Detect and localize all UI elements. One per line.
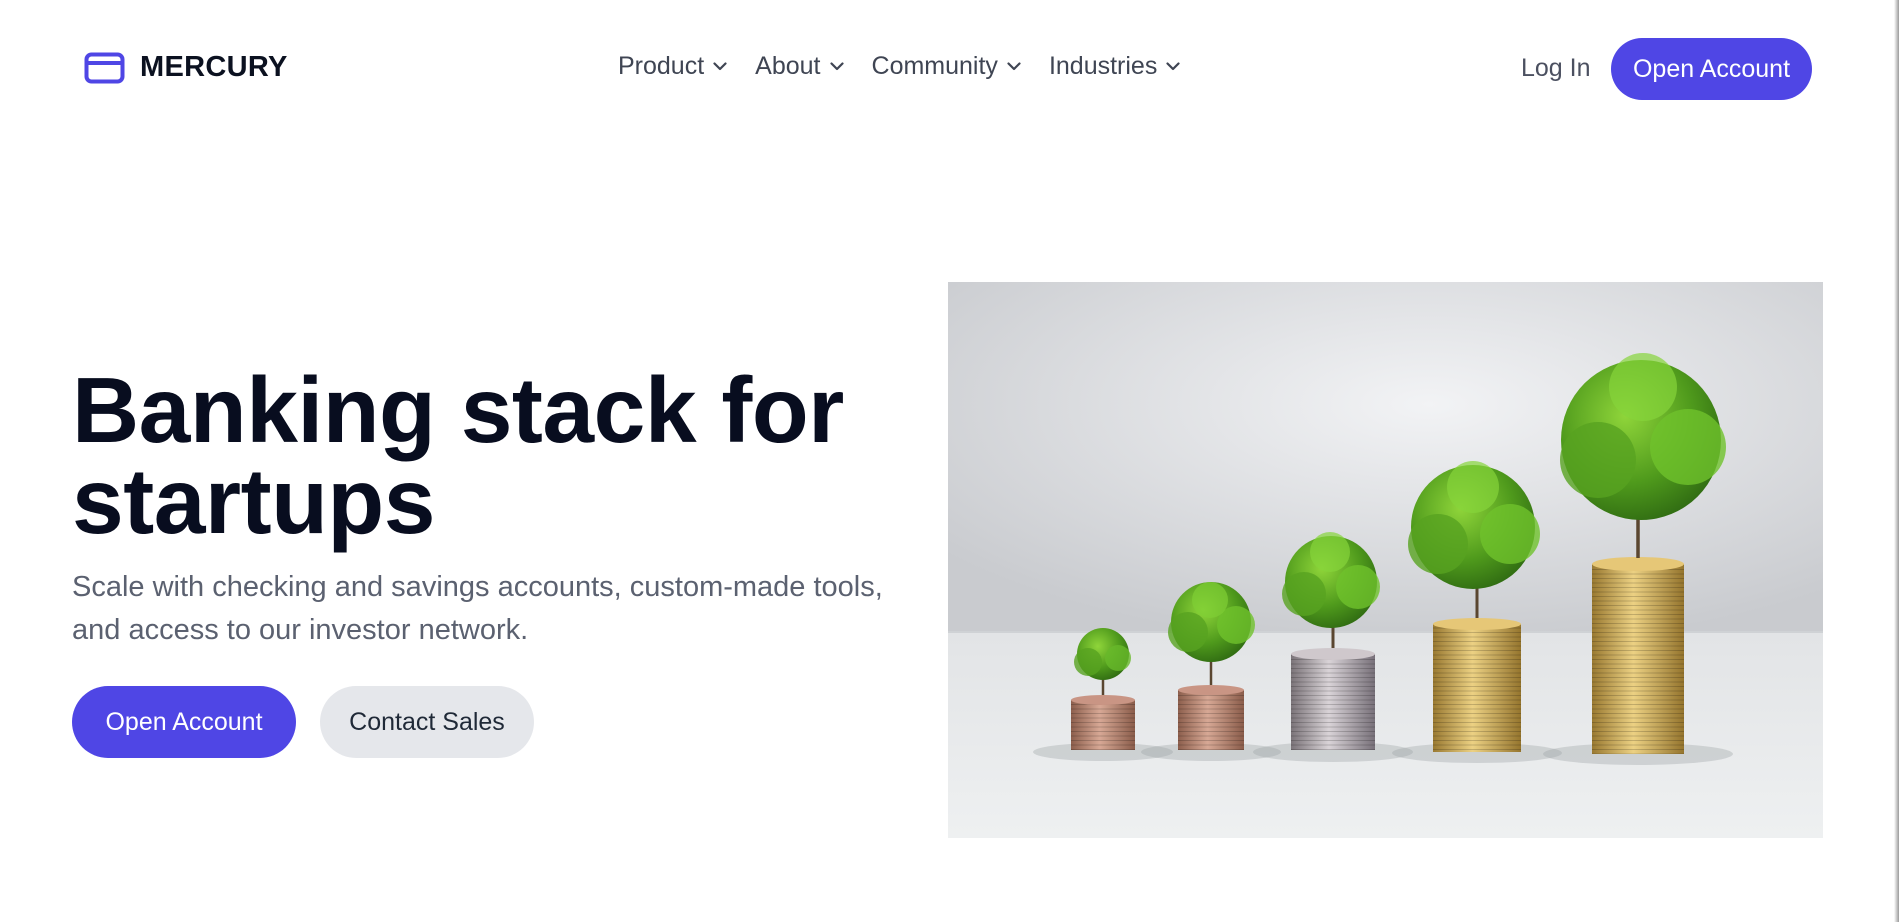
site-header: MERCURY Product About Community Industri… — [0, 0, 1899, 140]
chevron-down-icon — [1166, 62, 1180, 71]
nav-item-community[interactable]: Community — [872, 52, 1021, 81]
nav-item-about[interactable]: About — [755, 52, 844, 81]
chevron-down-icon — [713, 62, 727, 71]
hero-subtitle: Scale with checking and savings accounts… — [72, 571, 883, 646]
main-nav: Product About Community Industries — [618, 52, 1180, 81]
hero-image-coin-stacks-trees — [948, 282, 1823, 838]
brand-name: MERCURY — [140, 51, 288, 83]
open-account-button[interactable]: Open Account — [1611, 38, 1812, 100]
chevron-down-icon — [829, 62, 844, 71]
brand-logo[interactable]: MERCURY — [84, 51, 288, 84]
scrollbar[interactable] — [1894, 0, 1899, 922]
hero-actions: Open Account Contact Sales — [72, 686, 534, 758]
hero-title: Banking stack for startups — [72, 358, 844, 553]
contact-sales-button[interactable]: Contact Sales — [320, 686, 534, 758]
nav-item-label: Community — [871, 52, 998, 80]
nav-item-label: Industries — [1048, 52, 1158, 80]
nav-item-industries[interactable]: Industries — [1049, 52, 1180, 81]
chevron-down-icon — [1007, 62, 1021, 71]
nav-item-label: About — [755, 52, 821, 80]
credit-card-icon — [84, 52, 125, 84]
login-link[interactable]: Log In — [1521, 54, 1591, 83]
hero-open-account-button[interactable]: Open Account — [72, 686, 296, 758]
nav-item-product[interactable]: Product — [618, 52, 727, 81]
nav-item-label: Product — [618, 52, 705, 80]
